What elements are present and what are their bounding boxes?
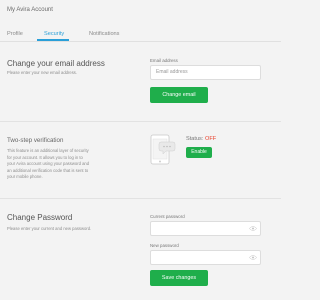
email-section-desc: Please enter your new email address. — [7, 70, 78, 75]
current-password-label: Current password — [150, 214, 185, 219]
status-label: Status: — [186, 136, 204, 142]
tab-security[interactable]: Security — [44, 31, 64, 37]
email-field-label: Email address — [150, 58, 178, 63]
password-section-desc: Please enter your current and new passwo… — [7, 226, 92, 231]
password-section-title: Change Password — [7, 213, 73, 222]
current-password-input[interactable] — [150, 221, 261, 236]
tab-profile[interactable]: Profile — [7, 31, 23, 37]
twostep-desc-line: your mobile phone. — [7, 174, 43, 180]
divider — [0, 198, 281, 199]
phone-icon — [150, 134, 176, 165]
page-header: My Avira Account — [0, 0, 281, 24]
twostep-section-desc: This feature is an additional layer of s… — [7, 148, 89, 181]
tab-bar: Profile Security Notifications — [0, 24, 281, 42]
email-input[interactable]: Email address — [150, 65, 261, 80]
twostep-desc-line: your Avira account using your password a… — [7, 161, 90, 167]
twostep-desc-line: for your account. It allows you to log i… — [7, 154, 83, 160]
change-email-button[interactable]: Change email — [150, 87, 208, 103]
show-password-icon[interactable] — [249, 255, 257, 260]
status-badge: OFF — [204, 136, 217, 142]
enable-twostep-button[interactable]: Enable — [186, 147, 212, 158]
twostep-status: Status: OFF — [186, 136, 216, 142]
twostep-desc-line: an additional verification code that is … — [7, 167, 89, 173]
save-changes-button[interactable]: Save changes — [150, 270, 208, 286]
page-title: My Avira Account — [7, 7, 53, 13]
new-password-input[interactable] — [150, 250, 261, 265]
email-section-title: Change your email address — [7, 59, 105, 68]
divider — [0, 121, 281, 122]
new-password-label: New password — [150, 243, 179, 248]
active-tab-indicator — [37, 39, 69, 41]
tab-notifications[interactable]: Notifications — [89, 31, 119, 37]
show-password-icon[interactable] — [249, 226, 257, 231]
twostep-section-title: Two-step verification — [7, 137, 64, 144]
twostep-desc-line: This feature is an additional layer of s… — [7, 148, 89, 153]
